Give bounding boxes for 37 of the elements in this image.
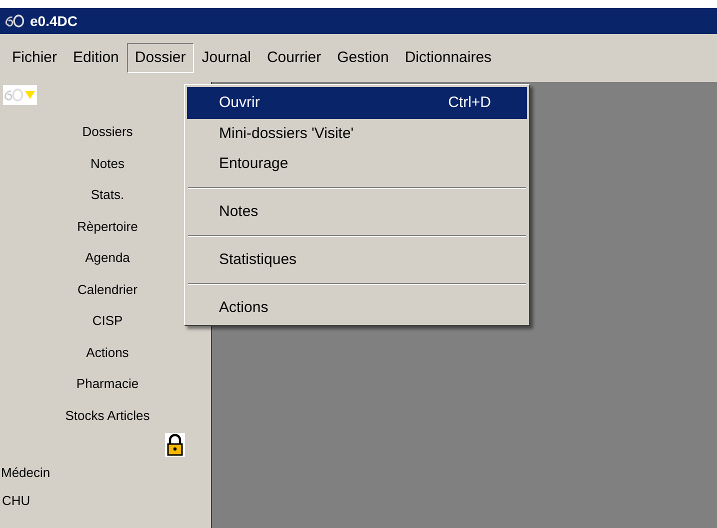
menu-item[interactable]: Journal [194,42,259,74]
menu-option-label: Entourage [219,154,290,174]
sidebar-link[interactable]: CISP [88,305,123,336]
sidebar-link[interactable]: Stats. [86,179,124,210]
menu-option[interactable]: Entourage [187,149,527,179]
menu-option-label: Statistiques [219,250,298,270]
menu-option[interactable]: Actions [187,293,527,323]
menu-option[interactable]: Statistiques [187,245,527,275]
shortcut-label: Ctrl+D [448,92,491,113]
site-label: CHU [1,492,32,510]
window-title: e0.4DC [30,12,78,30]
user-role: Médecin [0,464,52,482]
sidebar-link[interactable]: Calendrier [74,274,138,305]
sidebar-link[interactable]: Stocks Articles [61,400,150,431]
menu-option-label: Notes [219,202,260,222]
menu-option-label: Ouvrir [219,92,261,113]
rings-icon [3,87,25,103]
menu-option[interactable]: Mini-dossiers 'Visite' [187,119,527,149]
menu-item[interactable]: Dossier [126,42,194,74]
dropdown-triangle-icon [25,91,35,99]
menu-item[interactable]: Fichier [4,42,66,74]
sidebar-link[interactable]: Notes [86,148,124,179]
sidebar-link[interactable]: Agenda [81,242,130,274]
menu-option-label: Mini-dossiers 'Visite' [219,124,355,144]
sidebar-link[interactable]: Rèpertoire [73,210,138,242]
sidebar-link[interactable]: Actions [82,336,129,368]
sidebar-link[interactable]: Pharmacie [72,368,139,400]
sidebar-link[interactable]: Dossiers [78,116,133,148]
menu-item[interactable]: Edition [65,42,127,74]
menu-option[interactable]: Ouvrir Ctrl+D [187,87,527,119]
app-logo-icon [4,13,26,29]
menu-option-label: Actions [219,298,270,318]
menu-item[interactable]: Courrier [258,42,330,74]
menu-item[interactable]: Gestion [329,42,397,74]
menu-option[interactable]: Notes [187,197,527,227]
menu-item[interactable]: Dictionnaires [396,42,500,74]
padlock-icon[interactable] [165,433,185,457]
